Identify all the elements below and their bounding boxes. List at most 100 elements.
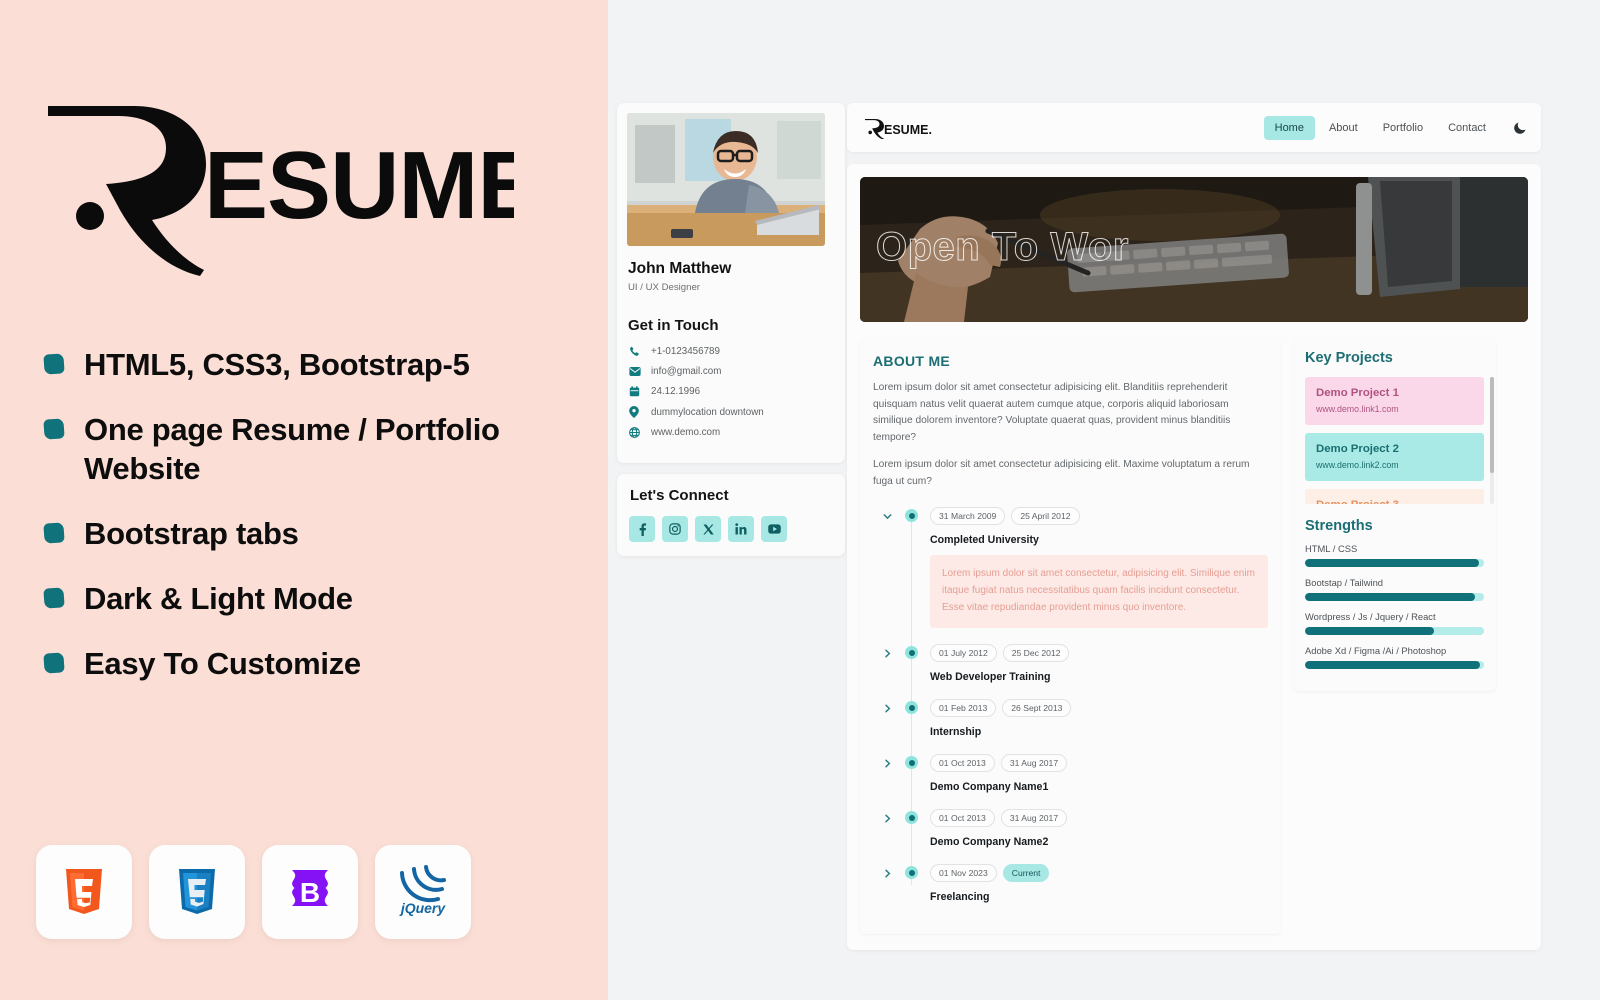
timeline-title: Demo Company Name1 [930,781,1049,794]
contact-item-website[interactable]: www.demo.com [629,427,835,438]
timeline-item[interactable]: 01 July 2012 25 Dec 2012 Web Developer T… [873,644,1268,683]
bullet-icon [43,418,65,440]
profile-name: John Matthew [628,260,732,277]
feature-item: Easy To Customize [43,644,592,683]
about-paragraph-1: Lorem ipsum dolor sit amet consectetur a… [873,382,1231,443]
projects-scroll-area[interactable]: Demo Project 1 www.demo.link1.com Demo P… [1293,377,1496,504]
about-title: ABOUT ME [873,353,951,369]
contact-value: www.demo.com [651,427,721,438]
chevron-right-icon[interactable] [882,756,894,768]
profile-photo [627,113,825,246]
date-pill-start: 31 March 2009 [930,507,1006,526]
get-in-touch-heading: Get in Touch [628,317,719,334]
strength-row: Bootstap / Tailwind [1305,577,1484,601]
moon-icon[interactable] [1514,121,1527,134]
content-columns: ABOUT ME Lorem ipsum dolor sit amet cons… [860,339,1528,935]
chevron-down-icon[interactable] [882,509,894,521]
tech-badge-row: B jQuery [36,845,471,939]
feature-label: Bootstrap tabs [84,516,299,552]
date-pill-end: 31 Aug 2017 [1000,754,1068,773]
timeline-title: Internship [930,726,982,739]
timeline-dates: 01 July 2012 25 Dec 2012 [930,644,1268,663]
contact-value: info@gmail.com [651,366,722,377]
timeline-item[interactable]: 01 Nov 2023 Current Freelancing [873,864,1268,903]
bullet-icon [43,522,65,544]
contact-item-birthdate[interactable]: 24.12.1996 [629,386,835,397]
timeline-dot [905,646,918,660]
timeline-item[interactable]: 01 Oct 2013 31 Aug 2017 Demo Company Nam… [873,754,1268,793]
main-column: ESUME. Home About Portfolio Contact Open… [847,103,1541,951]
project-card[interactable]: Demo Project 2 www.demo.link2.com [1305,433,1484,481]
globe-icon [629,427,646,438]
profile-column: John Matthew UI / UX Designer Get in Tou… [617,103,845,556]
contact-value: +1-0123456789 [651,346,720,357]
date-pill-end: 31 Aug 2017 [1000,809,1068,828]
promo-panel: ESUME. HTML5, CSS3, Bootstrap-5 One page… [0,0,608,1000]
lets-connect-heading: Let's Connect [630,487,729,504]
timeline: 31 March 2009 25 April 2012 Completed Un… [873,507,1268,903]
nav-link-portfolio[interactable]: Portfolio [1372,116,1434,140]
contact-item-phone[interactable]: +1-0123456789 [629,346,835,357]
date-pill-start: 01 Oct 2013 [930,809,995,828]
strength-bar-fill [1305,627,1434,635]
contact-item-email[interactable]: info@gmail.com [629,366,835,377]
facebook-icon[interactable] [629,516,655,542]
timeline-item[interactable]: 01 Oct 2013 31 Aug 2017 Demo Company Nam… [873,809,1268,848]
navbar-links: Home About Portfolio Contact [1263,115,1527,140]
contact-list: +1-0123456789 info@gmail.com 24.12.1996 [627,346,835,438]
chevron-right-icon[interactable] [882,701,894,713]
timeline-dates: 01 Feb 2013 26 Sept 2013 [930,699,1268,718]
feature-label: One page Resume / Portfolio Website [84,412,500,487]
feature-label: Easy To Customize [84,646,361,682]
about-paragraph-2: Lorem ipsum dolor sit amet consectetur a… [873,459,1250,487]
chevron-right-icon[interactable] [882,811,894,823]
nav-link-home[interactable]: Home [1263,115,1315,140]
date-pill-end: 25 April 2012 [1011,507,1080,526]
bullet-icon [43,353,65,375]
lets-connect-card: Let's Connect [617,474,845,556]
strength-bar [1305,559,1484,567]
feature-item: Dark & Light Mode [43,579,592,618]
html5-badge [36,845,132,939]
projects-scrollbar-thumb[interactable] [1490,377,1494,473]
project-link: www.demo.link2.com [1316,460,1399,470]
x-twitter-icon[interactable] [695,516,721,542]
navbar-logo[interactable]: ESUME. [863,117,939,139]
phone-icon [629,346,646,357]
feature-item: Bootstrap tabs [43,514,592,553]
chevron-right-icon[interactable] [882,646,894,658]
contact-item-location[interactable]: dummylocation downtown [629,406,835,418]
strength-bar-fill [1305,559,1479,567]
date-pill-start: 01 July 2012 [930,644,997,663]
instagram-icon[interactable] [662,516,688,542]
date-pill-start: 01 Feb 2013 [930,699,997,718]
project-name: Demo Project 3 [1316,499,1473,504]
strengths-title: Strengths [1305,518,1373,534]
timeline-dates: 01 Nov 2023 Current [930,864,1268,883]
date-pill-end: 26 Sept 2013 [1002,699,1072,718]
nav-link-contact[interactable]: Contact [1437,116,1497,140]
navbar: ESUME. Home About Portfolio Contact [847,103,1541,152]
timeline-title: Completed University [930,534,1039,547]
feature-list: HTML5, CSS3, Bootstrap-5 One page Resume… [43,345,592,709]
project-link: www.demo.link1.com [1316,404,1399,414]
youtube-icon[interactable] [761,516,787,542]
chevron-right-icon[interactable] [882,866,894,878]
strength-row: Wordpress / Js / Jquery / React [1305,611,1484,635]
strength-bar [1305,593,1484,601]
linkedin-icon[interactable] [728,516,754,542]
hero-banner: Open To Wor [860,177,1528,322]
project-card[interactable]: Demo Project 3 www.demo.link3.com [1305,489,1484,504]
location-pin-icon [629,406,646,418]
feature-label: Dark & Light Mode [84,581,353,617]
strength-bar [1305,661,1484,669]
app-screenshot: John Matthew UI / UX Designer Get in Tou… [608,0,1600,1000]
contact-value: 24.12.1996 [651,386,701,397]
timeline-title: Freelancing [930,891,990,904]
timeline-item[interactable]: 01 Feb 2013 26 Sept 2013 Internship [873,699,1268,738]
strengths-section: Strengths HTML / CSS Bootstap / Tailwind [1293,518,1496,669]
nav-link-about[interactable]: About [1318,116,1369,140]
project-card[interactable]: Demo Project 1 www.demo.link1.com [1305,377,1484,425]
timeline-item[interactable]: 31 March 2009 25 April 2012 Completed Un… [873,507,1268,629]
strength-bar [1305,627,1484,635]
